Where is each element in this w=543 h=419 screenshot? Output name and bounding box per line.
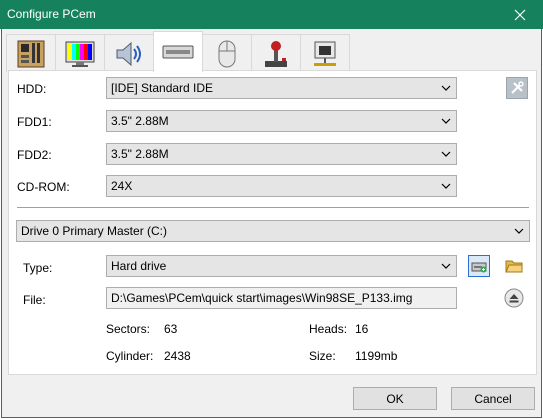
window-title: Configure PCem [7, 7, 96, 21]
tools-icon [511, 81, 524, 94]
cylinder-value: 2438 [164, 349, 191, 363]
speaker-icon [116, 41, 141, 66]
fdd1-label: FDD1: [17, 115, 52, 129]
tab-display[interactable] [55, 34, 105, 72]
open-image-button[interactable] [503, 255, 525, 277]
dialog-body: HDD: [IDE] Standard IDE FDD1: 3.5" 2.88M… [1, 29, 542, 418]
fdd2-label: FDD2: [17, 148, 52, 162]
new-image-button[interactable] [468, 255, 490, 277]
cancel-button[interactable]: Cancel [451, 387, 535, 410]
chevron-down-icon [514, 228, 524, 234]
monitor-icon [65, 41, 95, 67]
sectors-value: 63 [164, 322, 178, 336]
sectors-label: Sectors: [106, 322, 151, 336]
hdd-value: [IDE] Standard IDE [111, 81, 214, 95]
file-path-value: D:\Games\PCem\quick start\images\Win98SE… [111, 291, 413, 305]
close-icon [514, 9, 526, 20]
drive-select-value: Drive 0 Primary Master (C:) [21, 224, 168, 238]
size-value: 1199mb [355, 349, 398, 363]
cylinder-label: Cylinder: [106, 349, 154, 363]
cdrom-select[interactable]: 24X [106, 175, 457, 197]
tab-input[interactable] [202, 34, 252, 72]
chevron-down-icon [441, 183, 451, 189]
type-value: Hard drive [111, 259, 167, 273]
close-button[interactable] [497, 0, 543, 29]
title-bar: Configure PCem [0, 0, 543, 29]
file-path-field[interactable]: D:\Games\PCem\quick start\images\Win98SE… [106, 287, 457, 309]
heads-label: Heads: [309, 322, 348, 336]
tab-sound[interactable] [104, 34, 154, 72]
mouse-icon [218, 40, 236, 67]
type-label: Type: [23, 261, 53, 275]
type-select[interactable]: Hard drive [106, 255, 457, 277]
tab-network[interactable] [300, 34, 350, 72]
tab-joystick[interactable] [251, 34, 301, 72]
separator [17, 207, 529, 208]
drives-panel: HDD: [IDE] Standard IDE FDD1: 3.5" 2.88M… [8, 70, 537, 375]
cdrom-value: 24X [111, 179, 133, 193]
joystick-icon [265, 40, 287, 67]
chevron-down-icon [441, 118, 451, 124]
new-disk-icon [471, 262, 487, 273]
motherboard-icon [17, 40, 45, 67]
eject-button[interactable] [503, 287, 525, 309]
heads-value: 16 [355, 322, 369, 336]
drive-icon [162, 45, 194, 59]
size-label: Size: [309, 349, 336, 363]
chevron-down-icon [441, 151, 451, 157]
fdd2-select[interactable]: 3.5" 2.88M [106, 143, 457, 165]
tab-motherboard[interactable] [6, 34, 56, 72]
file-label: File: [23, 293, 46, 307]
drive-select[interactable]: Drive 0 Primary Master (C:) [16, 220, 530, 242]
chevron-down-icon [441, 85, 451, 91]
fdd1-select[interactable]: 3.5" 2.88M [106, 110, 457, 132]
fdd2-value: 3.5" 2.88M [111, 147, 169, 161]
hdd-configure-button[interactable] [506, 77, 528, 99]
fdd1-value: 3.5" 2.88M [111, 114, 169, 128]
tab-strip [6, 31, 350, 72]
hdd-label: HDD: [17, 82, 47, 96]
hdd-select[interactable]: [IDE] Standard IDE [106, 77, 457, 99]
tab-drives[interactable] [153, 31, 203, 72]
eject-icon [504, 288, 524, 308]
chevron-down-icon [441, 263, 451, 269]
cdrom-label: CD-ROM: [17, 180, 70, 194]
ok-button[interactable]: OK [353, 387, 437, 410]
network-icon [314, 41, 336, 66]
folder-icon [505, 260, 523, 273]
